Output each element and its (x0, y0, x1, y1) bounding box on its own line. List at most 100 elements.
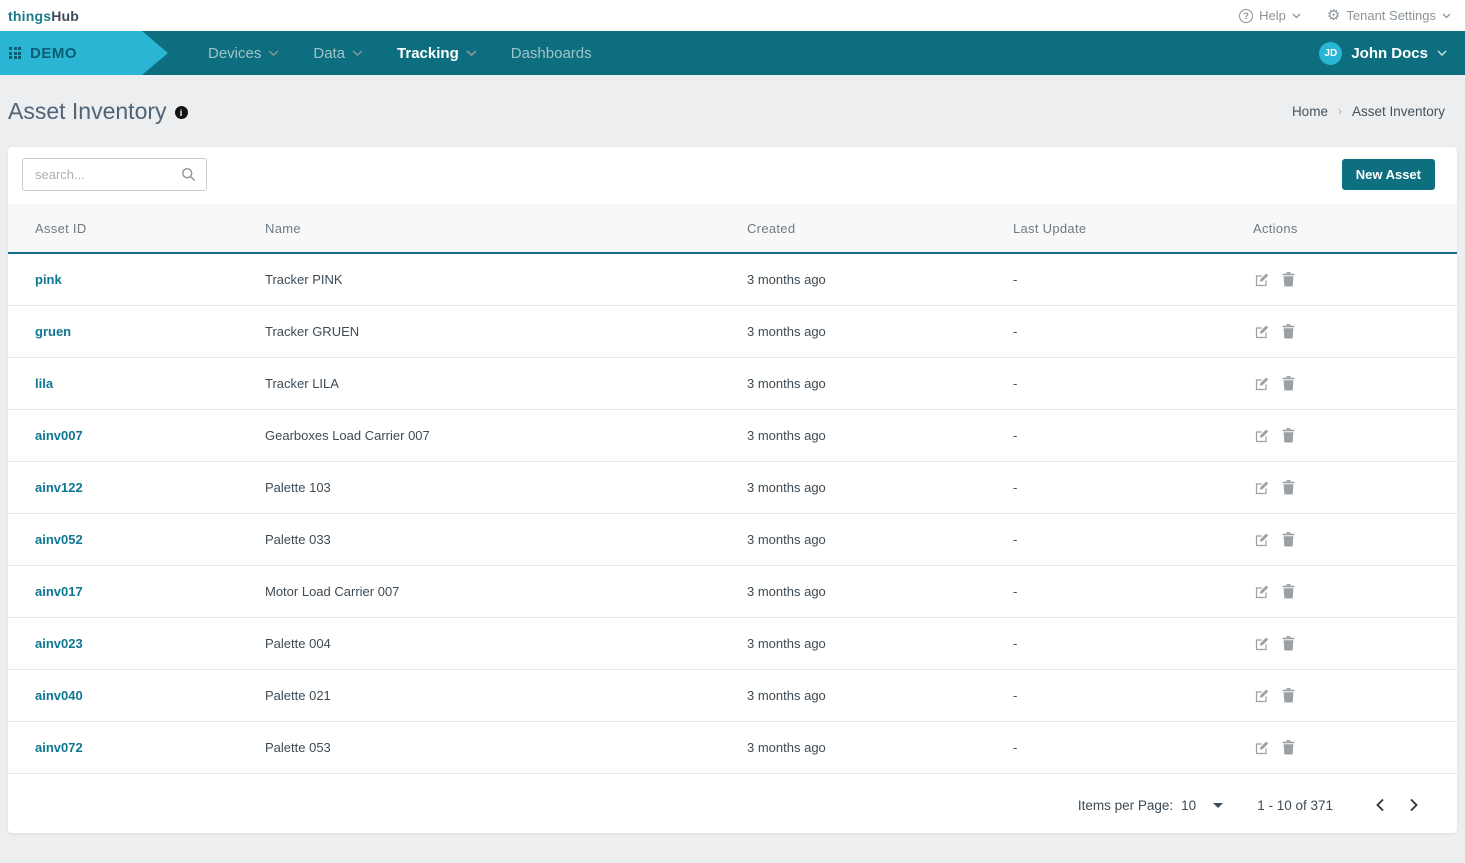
nav-item-devices[interactable]: Devices (208, 45, 279, 62)
user-menu[interactable]: JD John Docs (1319, 31, 1465, 75)
breadcrumb-current: Asset Inventory (1352, 104, 1445, 119)
chevron-down-icon (1292, 13, 1301, 19)
dropdown-arrow-icon (1213, 803, 1223, 808)
asset-last-update: - (986, 669, 1226, 721)
breadcrumb-home[interactable]: Home (1292, 104, 1328, 119)
asset-created: 3 months ago (720, 513, 986, 565)
info-icon[interactable]: i (175, 106, 188, 119)
edit-button[interactable] (1253, 323, 1270, 340)
asset-id-link[interactable]: ainv122 (8, 461, 238, 513)
nav-items: Devices Data Tracking Dashboards (208, 31, 592, 75)
delete-icon (1281, 323, 1296, 340)
items-per-page-label: Items per Page: (1078, 798, 1173, 813)
edit-button[interactable] (1253, 583, 1270, 600)
help-menu[interactable]: ? Help (1239, 8, 1301, 23)
avatar: JD (1319, 42, 1342, 65)
table-row: ainv040 Palette 021 3 months ago - (8, 669, 1457, 721)
previous-page-button[interactable] (1375, 798, 1385, 812)
column-header-last-update: Last Update (986, 204, 1226, 253)
chevron-down-icon (1437, 50, 1447, 57)
edit-button[interactable] (1253, 427, 1270, 444)
edit-icon (1253, 635, 1270, 652)
new-asset-button[interactable]: New Asset (1342, 159, 1435, 190)
asset-id-link[interactable]: ainv007 (8, 409, 238, 461)
delete-button[interactable] (1281, 375, 1296, 392)
delete-button[interactable] (1281, 323, 1296, 340)
asset-id-link[interactable]: ainv023 (8, 617, 238, 669)
edit-button[interactable] (1253, 271, 1270, 288)
edit-icon (1253, 271, 1270, 288)
asset-id-link[interactable]: ainv072 (8, 721, 238, 773)
nav-item-data[interactable]: Data (313, 45, 363, 62)
edit-button[interactable] (1253, 635, 1270, 652)
asset-created: 3 months ago (720, 461, 986, 513)
nav-item-label: Tracking (397, 45, 459, 62)
delete-icon (1281, 531, 1296, 548)
asset-id-link[interactable]: ainv040 (8, 669, 238, 721)
edit-icon (1253, 583, 1270, 600)
asset-id-link[interactable]: ainv052 (8, 513, 238, 565)
search-box (22, 158, 207, 191)
delete-button[interactable] (1281, 739, 1296, 756)
nav-item-tracking[interactable]: Tracking (397, 45, 477, 62)
delete-button[interactable] (1281, 531, 1296, 548)
asset-created: 3 months ago (720, 669, 986, 721)
edit-button[interactable] (1253, 531, 1270, 548)
edit-icon (1253, 531, 1270, 548)
delete-icon (1281, 687, 1296, 704)
page-header: Asset Inventory i Home › Asset Inventory (0, 75, 1465, 147)
next-page-button[interactable] (1409, 798, 1419, 812)
asset-last-update: - (986, 357, 1226, 409)
edit-button[interactable] (1253, 375, 1270, 392)
edit-button[interactable] (1253, 479, 1270, 496)
nav-item-label: Dashboards (511, 45, 592, 62)
table-row: ainv017 Motor Load Carrier 007 3 months … (8, 565, 1457, 617)
delete-icon (1281, 271, 1296, 288)
asset-name: Palette 004 (238, 617, 720, 669)
app-grid-icon (9, 47, 21, 59)
delete-button[interactable] (1281, 479, 1296, 496)
edit-button[interactable] (1253, 687, 1270, 704)
asset-id-link[interactable]: pink (8, 253, 238, 305)
card-toolbar: New Asset (8, 147, 1457, 191)
edit-button[interactable] (1253, 739, 1270, 756)
edit-icon (1253, 687, 1270, 704)
nav-item-dashboards[interactable]: Dashboards (511, 45, 592, 62)
asset-id-link[interactable]: gruen (8, 305, 238, 357)
asset-created: 3 months ago (720, 565, 986, 617)
search-input[interactable] (35, 167, 181, 182)
brand-part-1: things (8, 8, 51, 24)
asset-last-update: - (986, 253, 1226, 305)
delete-icon (1281, 583, 1296, 600)
chevron-left-icon (1375, 798, 1385, 812)
page-title: Asset Inventory (8, 98, 167, 125)
top-bar: thingsHub ? Help ⚙ Tenant Settings (0, 0, 1465, 31)
table-row: ainv122 Palette 103 3 months ago - (8, 461, 1457, 513)
chevron-right-icon: › (1338, 104, 1342, 118)
column-header-asset-id: Asset ID (8, 204, 238, 253)
items-per-page-value: 10 (1181, 798, 1196, 813)
pagination-bar: Items per Page: 10 1 - 10 of 371 (8, 774, 1457, 815)
main-nav-bar: DEMO Devices Data Tracking Dashboards JD… (0, 31, 1465, 75)
tenant-settings-menu[interactable]: ⚙ Tenant Settings (1327, 8, 1451, 23)
delete-button[interactable] (1281, 687, 1296, 704)
asset-name: Palette 053 (238, 721, 720, 773)
thingshub-logo[interactable]: thingsHub (8, 8, 79, 24)
asset-id-link[interactable]: lila (8, 357, 238, 409)
delete-button[interactable] (1281, 583, 1296, 600)
asset-last-update: - (986, 461, 1226, 513)
table-row: ainv007 Gearboxes Load Carrier 007 3 mon… (8, 409, 1457, 461)
delete-icon (1281, 427, 1296, 444)
delete-button[interactable] (1281, 635, 1296, 652)
items-per-page-select[interactable]: 10 (1181, 798, 1223, 813)
table-row: lila Tracker LILA 3 months ago - (8, 357, 1457, 409)
tenant-switcher[interactable]: DEMO (0, 31, 168, 75)
asset-id-link[interactable]: ainv017 (8, 565, 238, 617)
asset-created: 3 months ago (720, 253, 986, 305)
table-row: ainv052 Palette 033 3 months ago - (8, 513, 1457, 565)
delete-button[interactable] (1281, 271, 1296, 288)
asset-name: Motor Load Carrier 007 (238, 565, 720, 617)
asset-last-update: - (986, 565, 1226, 617)
delete-button[interactable] (1281, 427, 1296, 444)
edit-icon (1253, 739, 1270, 756)
